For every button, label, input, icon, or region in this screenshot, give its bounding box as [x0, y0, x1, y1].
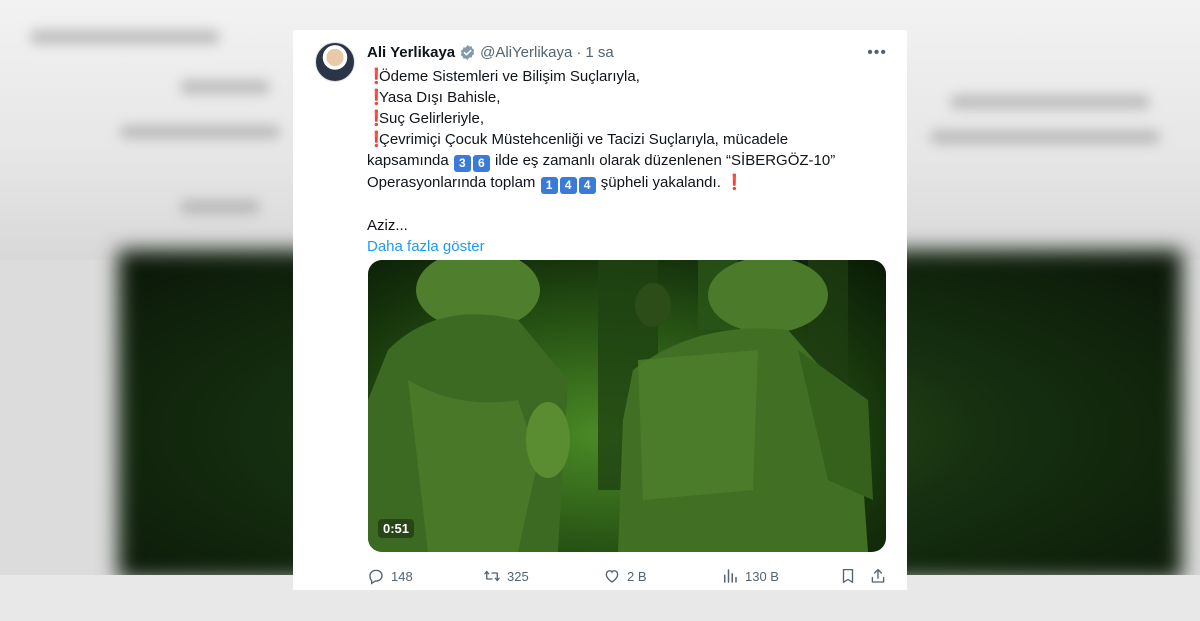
retweet-count: 325 [507, 568, 529, 584]
video-duration: 0:51 [378, 519, 415, 538]
retweet-icon [484, 570, 500, 582]
share-button[interactable] [869, 567, 887, 585]
heart-icon [605, 570, 619, 583]
video-thumbnail [368, 260, 873, 552]
exclamation-icon: ❗ [367, 89, 386, 106]
show-more-link[interactable]: Daha fazla göster [367, 236, 877, 257]
author-handle[interactable]: @AliYerlikaya [480, 44, 572, 61]
exclamation-icon: ❗ [367, 110, 386, 127]
exclamation-icon: ❗ [367, 68, 386, 85]
tweet-truncated-text: Aziz... [367, 217, 408, 234]
tweet-line: ❗Yasa Dışı Bahisle, [367, 89, 501, 106]
tweet-text: ❗Ödeme Sistemleri ve Bilişim Suçlarıyla,… [367, 66, 877, 257]
verified-badge-icon [460, 44, 475, 60]
author-name[interactable]: Ali Yerlikaya [367, 44, 455, 61]
tweet-line: ❗Suç Gelirleriyle, [367, 110, 485, 127]
tweet-card: Ali Yerlikaya @AliYerlikaya · 1 sa ••• ❗… [293, 30, 907, 590]
separator-dot: · [576, 43, 582, 61]
keycap-digit: 3 [453, 155, 471, 172]
exclamation-icon: ❗ [725, 174, 744, 191]
reply-button[interactable]: 148 [367, 567, 413, 585]
avatar[interactable] [315, 42, 355, 82]
tweet-line: ❗Çevrimiçi Çocuk Müstehcenliği ve Tacizi… [367, 131, 789, 148]
tweet-line: Operasyonlarında toplam 144 şüpheli yaka… [367, 174, 744, 194]
views-button[interactable]: 130 B [721, 567, 779, 585]
keycap-digit: 6 [472, 155, 490, 172]
reply-icon [369, 569, 383, 585]
tweet-line: kapsamında 36 ilde eş zamanlı olarak düz… [367, 152, 836, 172]
tweet-actions: 148 325 2 B 130 B [367, 566, 887, 586]
keycap-digit: 4 [578, 177, 596, 194]
tweet-timestamp[interactable]: 1 sa [585, 44, 613, 61]
keycap-digit: 4 [559, 177, 577, 194]
share-icon [871, 568, 885, 583]
views-count: 130 B [745, 568, 779, 584]
like-button[interactable]: 2 B [603, 567, 647, 585]
like-count: 2 B [627, 568, 647, 584]
bookmark-button[interactable] [839, 567, 857, 585]
tweet-header: Ali Yerlikaya @AliYerlikaya · 1 sa [367, 42, 614, 62]
views-icon [724, 569, 737, 583]
keycap-digit: 1 [540, 177, 558, 194]
video-player[interactable]: 0:51 [368, 260, 886, 552]
reply-count: 148 [391, 568, 413, 584]
more-options-icon[interactable]: ••• [867, 44, 887, 62]
tweet-line: ❗Ödeme Sistemleri ve Bilişim Suçlarıyla, [367, 68, 640, 85]
bookmark-icon [842, 568, 854, 584]
retweet-button[interactable]: 325 [483, 567, 529, 585]
exclamation-icon: ❗ [367, 131, 386, 148]
